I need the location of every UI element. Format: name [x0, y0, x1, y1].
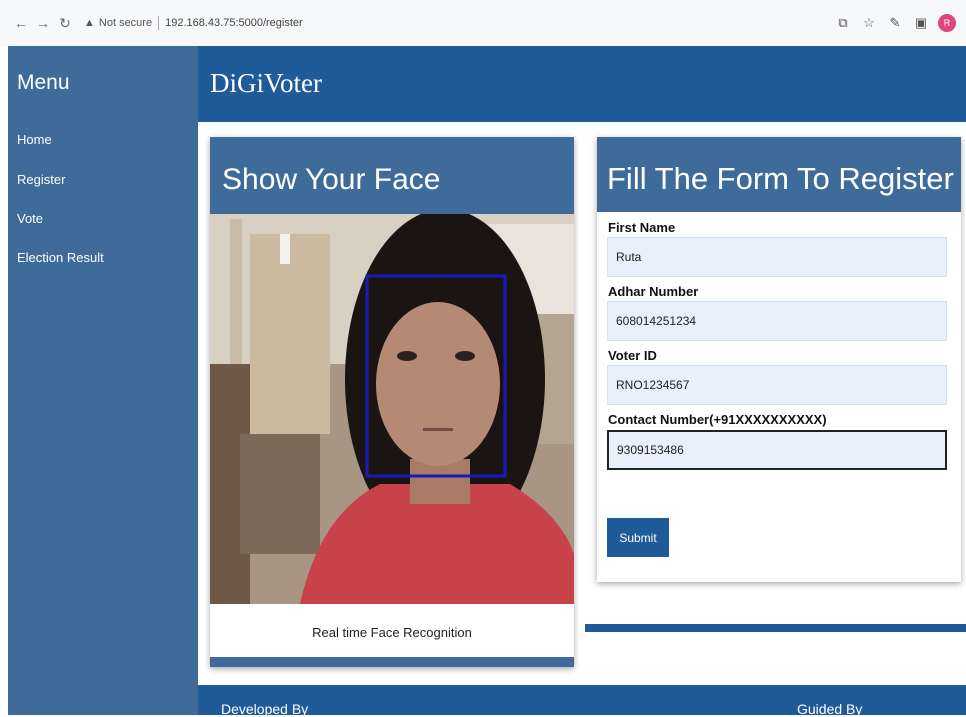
sidebar-item-vote[interactable]: Vote	[17, 211, 43, 226]
contact-number-field[interactable]: 9309153486	[607, 430, 947, 470]
menu-title: Menu	[17, 71, 70, 94]
page-footer: Developed By Guided By	[198, 685, 966, 717]
sidebar-item-election-result[interactable]: Election Result	[17, 250, 104, 265]
extensions-icon[interactable]: ✎	[886, 14, 904, 32]
sidebar: Menu Home Register Vote Election Result	[8, 46, 198, 715]
security-label: Not secure	[98, 17, 153, 29]
first-name-field[interactable]: Ruta	[607, 237, 947, 277]
warning-icon: ▲	[84, 17, 95, 29]
address-separator	[158, 16, 160, 30]
voter-id-field[interactable]: RNO1234567	[607, 365, 947, 405]
star-icon[interactable]: ☆	[860, 14, 878, 32]
submit-button[interactable]: Submit	[607, 518, 669, 557]
profile-avatar[interactable]: R	[938, 14, 956, 32]
contact-number-label: Contact Number(+91XXXXXXXXXX)	[608, 412, 827, 427]
browser-actions: ⧉ ☆ ✎ ▣ R	[834, 14, 956, 32]
webcam-image	[210, 214, 574, 604]
form-card-title: Fill The Form To Register	[607, 161, 954, 196]
adhar-number-label: Adhar Number	[608, 284, 699, 299]
face-card-title: Show Your Face	[222, 163, 441, 196]
form-card-header: Fill The Form To Register	[597, 137, 961, 212]
share-icon[interactable]: ⧉	[834, 14, 852, 32]
forward-icon[interactable]: →	[32, 12, 54, 34]
face-card-header: Show Your Face	[210, 137, 574, 214]
register-form-card: Fill The Form To Register First Name Rut…	[597, 137, 961, 582]
browser-toolbar: ← → ↻ ▲ Not secure 192.168.43.75:5000/re…	[0, 0, 966, 46]
form-bottom-bar	[585, 624, 966, 632]
first-name-label: First Name	[608, 220, 676, 235]
page-header: DiGiVoter	[198, 46, 966, 122]
url-text[interactable]: 192.168.43.75:5000/register	[165, 17, 303, 29]
voter-id-label: Voter ID	[608, 348, 657, 363]
reload-icon[interactable]: ↻	[54, 12, 76, 34]
adhar-number-field[interactable]: 608014251234	[607, 301, 947, 341]
face-caption: Real time Face Recognition	[312, 625, 472, 640]
address-bar[interactable]: ▲ Not secure 192.168.43.75:5000/register	[84, 10, 303, 36]
sidepanel-icon[interactable]: ▣	[912, 14, 930, 32]
sidebar-item-register[interactable]: Register	[17, 172, 65, 187]
sidebar-item-home[interactable]: Home	[17, 132, 52, 147]
face-card: Show Your Face Real time Face Recognitio…	[210, 137, 574, 667]
face-card-footer-bar	[210, 657, 574, 667]
back-icon[interactable]: ←	[10, 12, 32, 34]
webcam-feed	[210, 214, 574, 604]
brand-title: DiGiVoter	[210, 68, 322, 98]
